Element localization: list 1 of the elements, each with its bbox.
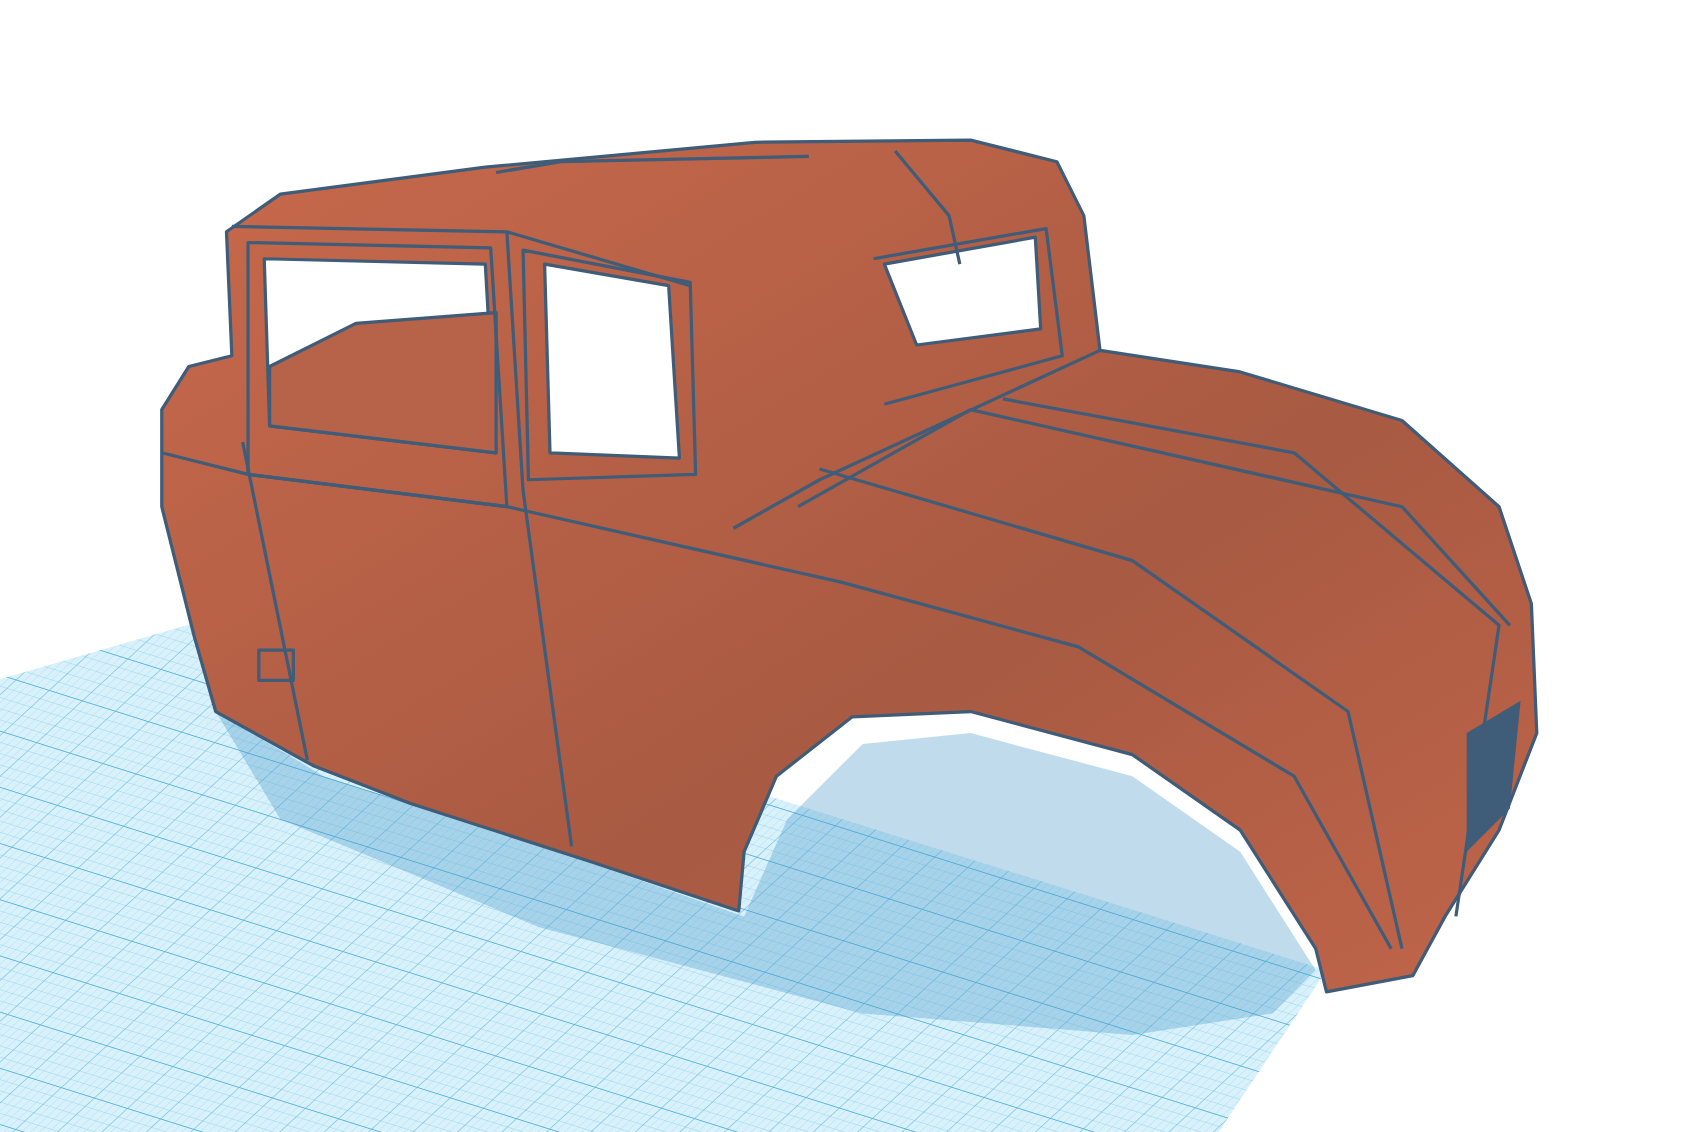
car-body-drawing[interactable] (160, 138, 1539, 994)
